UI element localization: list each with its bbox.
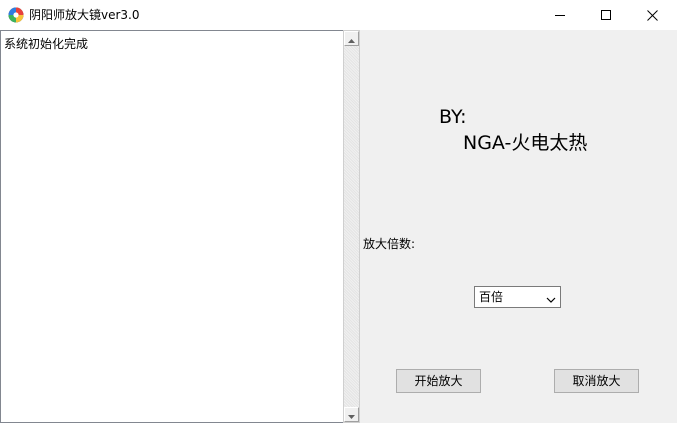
- credits-author-label: NGA-火电太热: [463, 132, 588, 154]
- window-title: 阴阳师放大镜ver3.0: [29, 8, 140, 22]
- minimize-icon: [555, 10, 565, 20]
- maximize-icon: [601, 10, 611, 20]
- cancel-magnify-button[interactable]: 取消放大: [554, 369, 639, 393]
- scroll-up-button[interactable]: [344, 31, 359, 46]
- scroll-down-button[interactable]: [344, 407, 359, 422]
- minimize-button[interactable]: [537, 0, 583, 30]
- arrow-up-icon: [348, 32, 355, 46]
- maximize-button[interactable]: [583, 0, 629, 30]
- start-magnify-button[interactable]: 开始放大: [396, 369, 481, 393]
- chevron-down-icon: [546, 293, 556, 303]
- close-icon: [646, 9, 658, 21]
- app-logo-icon: [8, 7, 24, 23]
- log-line: 系统初始化完成: [4, 37, 89, 51]
- credits-by-label: BY:: [439, 106, 467, 128]
- magnification-select[interactable]: 百倍: [474, 286, 561, 308]
- log-scrollbar[interactable]: [343, 30, 360, 423]
- title-bar[interactable]: 阴阳师放大镜ver3.0: [0, 0, 677, 30]
- log-textarea[interactable]: 系统初始化完成: [0, 30, 343, 423]
- magnification-label: 放大倍数:: [363, 237, 416, 251]
- close-button[interactable]: [629, 0, 675, 30]
- magnification-selected-value: 百倍: [479, 290, 504, 304]
- arrow-down-icon: [348, 408, 355, 422]
